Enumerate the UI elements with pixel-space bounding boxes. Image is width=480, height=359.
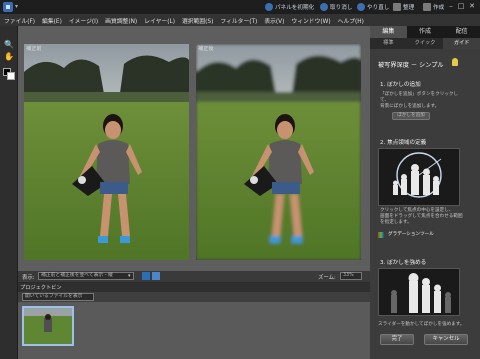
before-photo [24, 44, 189, 260]
view-mode-select[interactable]: 補正前と補正後を並べて表示 - 縦 [38, 272, 134, 280]
chess-pieces-illustration [379, 149, 459, 205]
after-label: 補正後 [198, 46, 214, 52]
menu-layer[interactable]: レイヤー(L) [144, 16, 175, 25]
reset-panels-icon [265, 3, 273, 11]
zoom-label: ズーム: [318, 275, 336, 281]
redo-button[interactable]: やり直し [357, 1, 389, 13]
after-photo [196, 44, 361, 260]
create-button[interactable]: 作成 [423, 1, 444, 13]
project-bin-filter-select[interactable]: 開いているファイルを表示 [22, 293, 94, 301]
chess-pieces-blur-illustration [379, 269, 459, 315]
gradient-tool-link[interactable]: グラデーションツール [388, 232, 434, 238]
subtab-full[interactable]: 標準 [370, 38, 407, 49]
panel-title: 被写界深度 － シンプル [378, 62, 444, 69]
undo-icon [320, 3, 328, 11]
maximize-button[interactable]: □ [456, 2, 466, 11]
menu-enhance[interactable]: 画質調整(N) [105, 16, 137, 25]
cancel-button[interactable]: キャンセル [424, 334, 468, 345]
tab-create[interactable]: 作成 [406, 26, 444, 38]
menu-bar: ファイル(F) 編集(E) イメージ(I) 画質調整(N) レイヤー(L) 選択… [0, 14, 480, 26]
close-button[interactable]: ✕ [467, 2, 477, 11]
minimize-button[interactable]: – [446, 2, 456, 11]
create-icon [423, 3, 431, 11]
step3-title: 3. ぼかしを強める [380, 260, 427, 266]
gradient-tool-icon[interactable] [378, 232, 384, 238]
lightbulb-icon[interactable] [452, 58, 458, 66]
menu-select[interactable]: 選択範囲(S) [182, 16, 213, 25]
menu-filter[interactable]: フィルター(T) [220, 16, 257, 25]
project-bin-header: プロジェクトビン [18, 283, 370, 292]
subtab-guided[interactable]: ガイド [443, 38, 480, 49]
before-label: 補正前 [26, 46, 42, 52]
add-blur-button[interactable]: ぼかしを追加 [392, 112, 430, 120]
view-label: 表示: [22, 275, 35, 281]
bin-thumbnail[interactable] [22, 306, 74, 346]
tab-share[interactable]: 配信 [443, 26, 480, 38]
project-bin-title: プロジェクトビン [20, 285, 62, 291]
project-bin [18, 302, 370, 359]
step3-text: スライダーを動かしてぼかしを強めます。 [378, 322, 465, 327]
step1-text: 「ぼかしを追加」ボタンをクリックして、 背景にぼかしを追加します。 [380, 92, 459, 109]
menu-help[interactable]: ヘルプ(H) [338, 16, 364, 25]
redo-icon [357, 3, 365, 11]
hand-tool-icon[interactable]: ✋ [4, 52, 14, 62]
background-color-swatch[interactable] [7, 72, 15, 80]
tab-edit[interactable]: 編集 [370, 26, 407, 38]
project-bin-toolbar: 開いているファイルを表示 [18, 292, 370, 302]
view-mode-icon[interactable] [142, 272, 150, 280]
organize-icon [393, 3, 401, 11]
blur-strength-demo-image [378, 268, 460, 316]
done-button[interactable]: 完了 [380, 334, 414, 345]
edit-subtabs: 標準 クイック ガイド [370, 38, 480, 49]
menu-file[interactable]: ファイル(F) [4, 16, 35, 25]
menu-window[interactable]: ウィンドウ(W) [291, 16, 330, 25]
view-bar: 表示: 補正前と補正後を並べて表示 - 縦 ▾ ズーム: 33% [18, 271, 370, 282]
step1-title: 1. ぼかしの追加 [380, 82, 421, 88]
focus-area-demo-image [378, 148, 460, 206]
bin-thumbnail-image [24, 308, 72, 344]
organize-button[interactable]: 整理 [393, 1, 414, 13]
menu-edit[interactable]: 編集(E) [42, 16, 62, 25]
mode-tabs: 編集 作成 配信 [370, 26, 480, 38]
step2-text: クリックして焦点の中心を設定し、 画面をドラッグして焦点を合わせる範囲 を指定し… [380, 208, 463, 225]
tool-column: 🔍 ✋ [0, 26, 18, 359]
undo-button[interactable]: 取り消し [320, 1, 352, 13]
reset-panels-button[interactable]: パネルを初期化 [265, 1, 314, 13]
app-logo-icon [3, 2, 13, 12]
subtab-quick[interactable]: クイック [407, 38, 444, 49]
zoom-field[interactable]: 33% [340, 272, 362, 280]
before-image-pane[interactable] [24, 44, 189, 260]
step2-title: 2. 焦点領域の定義 [380, 140, 427, 146]
app-menu-chevron-down-icon[interactable]: ▾ [15, 3, 18, 10]
title-bar: ▾ パネルを初期化 取り消し やり直し 整理 作成 – □ ✕ [0, 0, 480, 14]
zoom-tool-icon[interactable]: 🔍 [4, 40, 14, 50]
after-image-pane[interactable] [196, 44, 361, 260]
menu-image[interactable]: イメージ(I) [69, 16, 98, 25]
swap-view-icon[interactable] [152, 272, 160, 280]
chevron-down-icon: ▾ [128, 273, 131, 279]
menu-view[interactable]: 表示(V) [264, 16, 284, 25]
